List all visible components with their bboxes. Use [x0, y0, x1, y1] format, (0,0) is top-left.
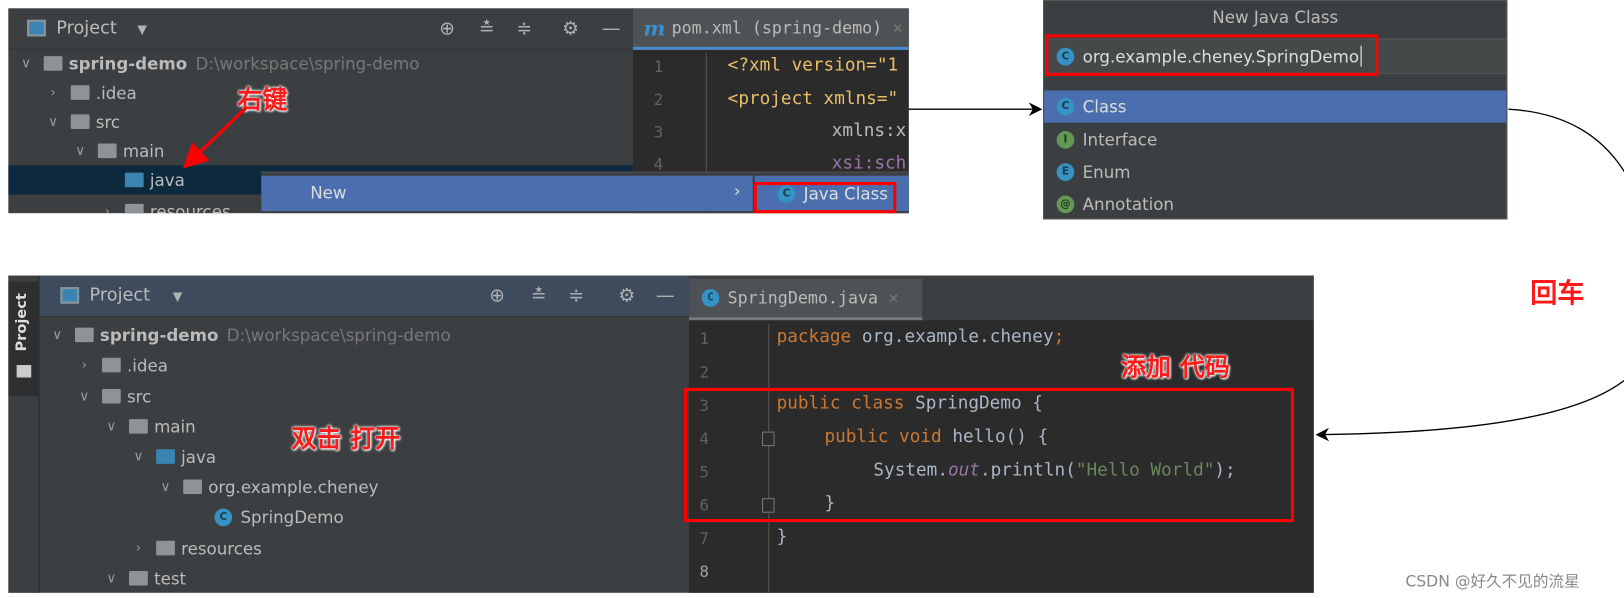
- tree-path: D:\workspace\spring-demo: [226, 325, 451, 345]
- chevron-down-icon[interactable]: ∨: [158, 479, 173, 495]
- chevron-down-icon[interactable]: ∨: [131, 449, 146, 465]
- tree-label: java: [181, 446, 217, 467]
- tree-label: .idea: [127, 355, 168, 375]
- side-tab-project[interactable]: Project: [8, 281, 40, 397]
- gear-icon[interactable]: ⚙: [618, 285, 635, 307]
- arrow-to-editor: [1315, 108, 1624, 442]
- line-number: 2: [699, 362, 709, 382]
- folder-icon: [129, 570, 148, 586]
- tree-item-java[interactable]: ∨ java: [131, 442, 216, 471]
- minimize-icon[interactable]: —: [656, 285, 675, 307]
- project-panel-title[interactable]: Project: [90, 285, 151, 306]
- chevron-right-icon[interactable]: ›: [77, 357, 92, 373]
- source-folder-icon: [156, 449, 175, 464]
- package-icon: [183, 479, 202, 494]
- arrow-red-right-click: [182, 107, 247, 169]
- folder-icon: [16, 365, 32, 378]
- code-line-7: }: [776, 526, 788, 548]
- collapse-all-icon[interactable]: ≑: [568, 285, 584, 307]
- tree-item-springdemo[interactable]: C SpringDemo: [214, 502, 344, 531]
- class-icon: C: [214, 508, 233, 526]
- annotation-double-click: 双击 打开: [291, 424, 401, 454]
- side-tab-label: Project: [13, 293, 31, 352]
- close-icon[interactable]: ×: [888, 288, 898, 308]
- highlight-added-code: [683, 387, 1294, 523]
- chevron-down-icon[interactable]: ∨: [77, 388, 92, 404]
- annotation-add-code: 添加 代码: [1121, 352, 1230, 382]
- chevron-down-icon[interactable]: ∨: [50, 327, 65, 343]
- tree-item-main[interactable]: ∨ main: [104, 412, 196, 441]
- dropdown-icon[interactable]: ▼: [173, 289, 183, 304]
- chevron-down-icon[interactable]: ∨: [104, 570, 119, 586]
- module-folder-icon: [74, 327, 94, 343]
- locate-icon[interactable]: ⊕: [489, 285, 505, 307]
- line-number: 8: [699, 562, 709, 582]
- chevron-right-icon[interactable]: ›: [131, 540, 146, 556]
- tree-item-resources[interactable]: › resources: [131, 534, 262, 563]
- tree-item-package[interactable]: ∨ org.example.cheney: [158, 472, 379, 501]
- tree-label: test: [154, 568, 187, 589]
- tree-label: resources: [181, 538, 262, 558]
- class-icon: C: [701, 289, 720, 307]
- watermark: CSDN @好久不见的流星: [1405, 572, 1580, 591]
- tree-label: org.example.cheney: [208, 476, 379, 497]
- tree-item-test[interactable]: ∨ test: [104, 564, 186, 593]
- tab-label: SpringDemo.java: [727, 288, 879, 308]
- tree-label: spring-demo: [99, 325, 219, 345]
- tree-item-src[interactable]: ∨ src: [77, 382, 151, 411]
- tree-label: SpringDemo: [240, 506, 344, 527]
- tree-label: src: [127, 386, 152, 407]
- code-line-1: package org.example.cheney;: [776, 326, 1065, 348]
- line-number: 7: [699, 529, 709, 549]
- tree-item-spring-demo[interactable]: ∨ spring-demo D:\workspace\spring-demo: [50, 320, 451, 349]
- resources-folder-icon: [156, 540, 175, 556]
- chevron-down-icon[interactable]: ∨: [104, 419, 119, 435]
- tree-item-idea[interactable]: › .idea: [77, 350, 168, 379]
- folder-icon: [102, 388, 121, 404]
- side-tool-strip: Project: [8, 275, 40, 593]
- folder-icon: [129, 419, 148, 434]
- tab-springdemo-java[interactable]: C SpringDemo.java ×: [689, 278, 923, 321]
- project-panel-icon: [60, 287, 80, 304]
- line-number: 1: [699, 329, 709, 349]
- tree-label: main: [154, 416, 196, 437]
- project-toolbar: Project ▼ ⊕ ≛ ≑ ⚙ —: [39, 275, 690, 318]
- folder-icon: [102, 357, 121, 373]
- expand-all-icon[interactable]: ≛: [531, 285, 547, 307]
